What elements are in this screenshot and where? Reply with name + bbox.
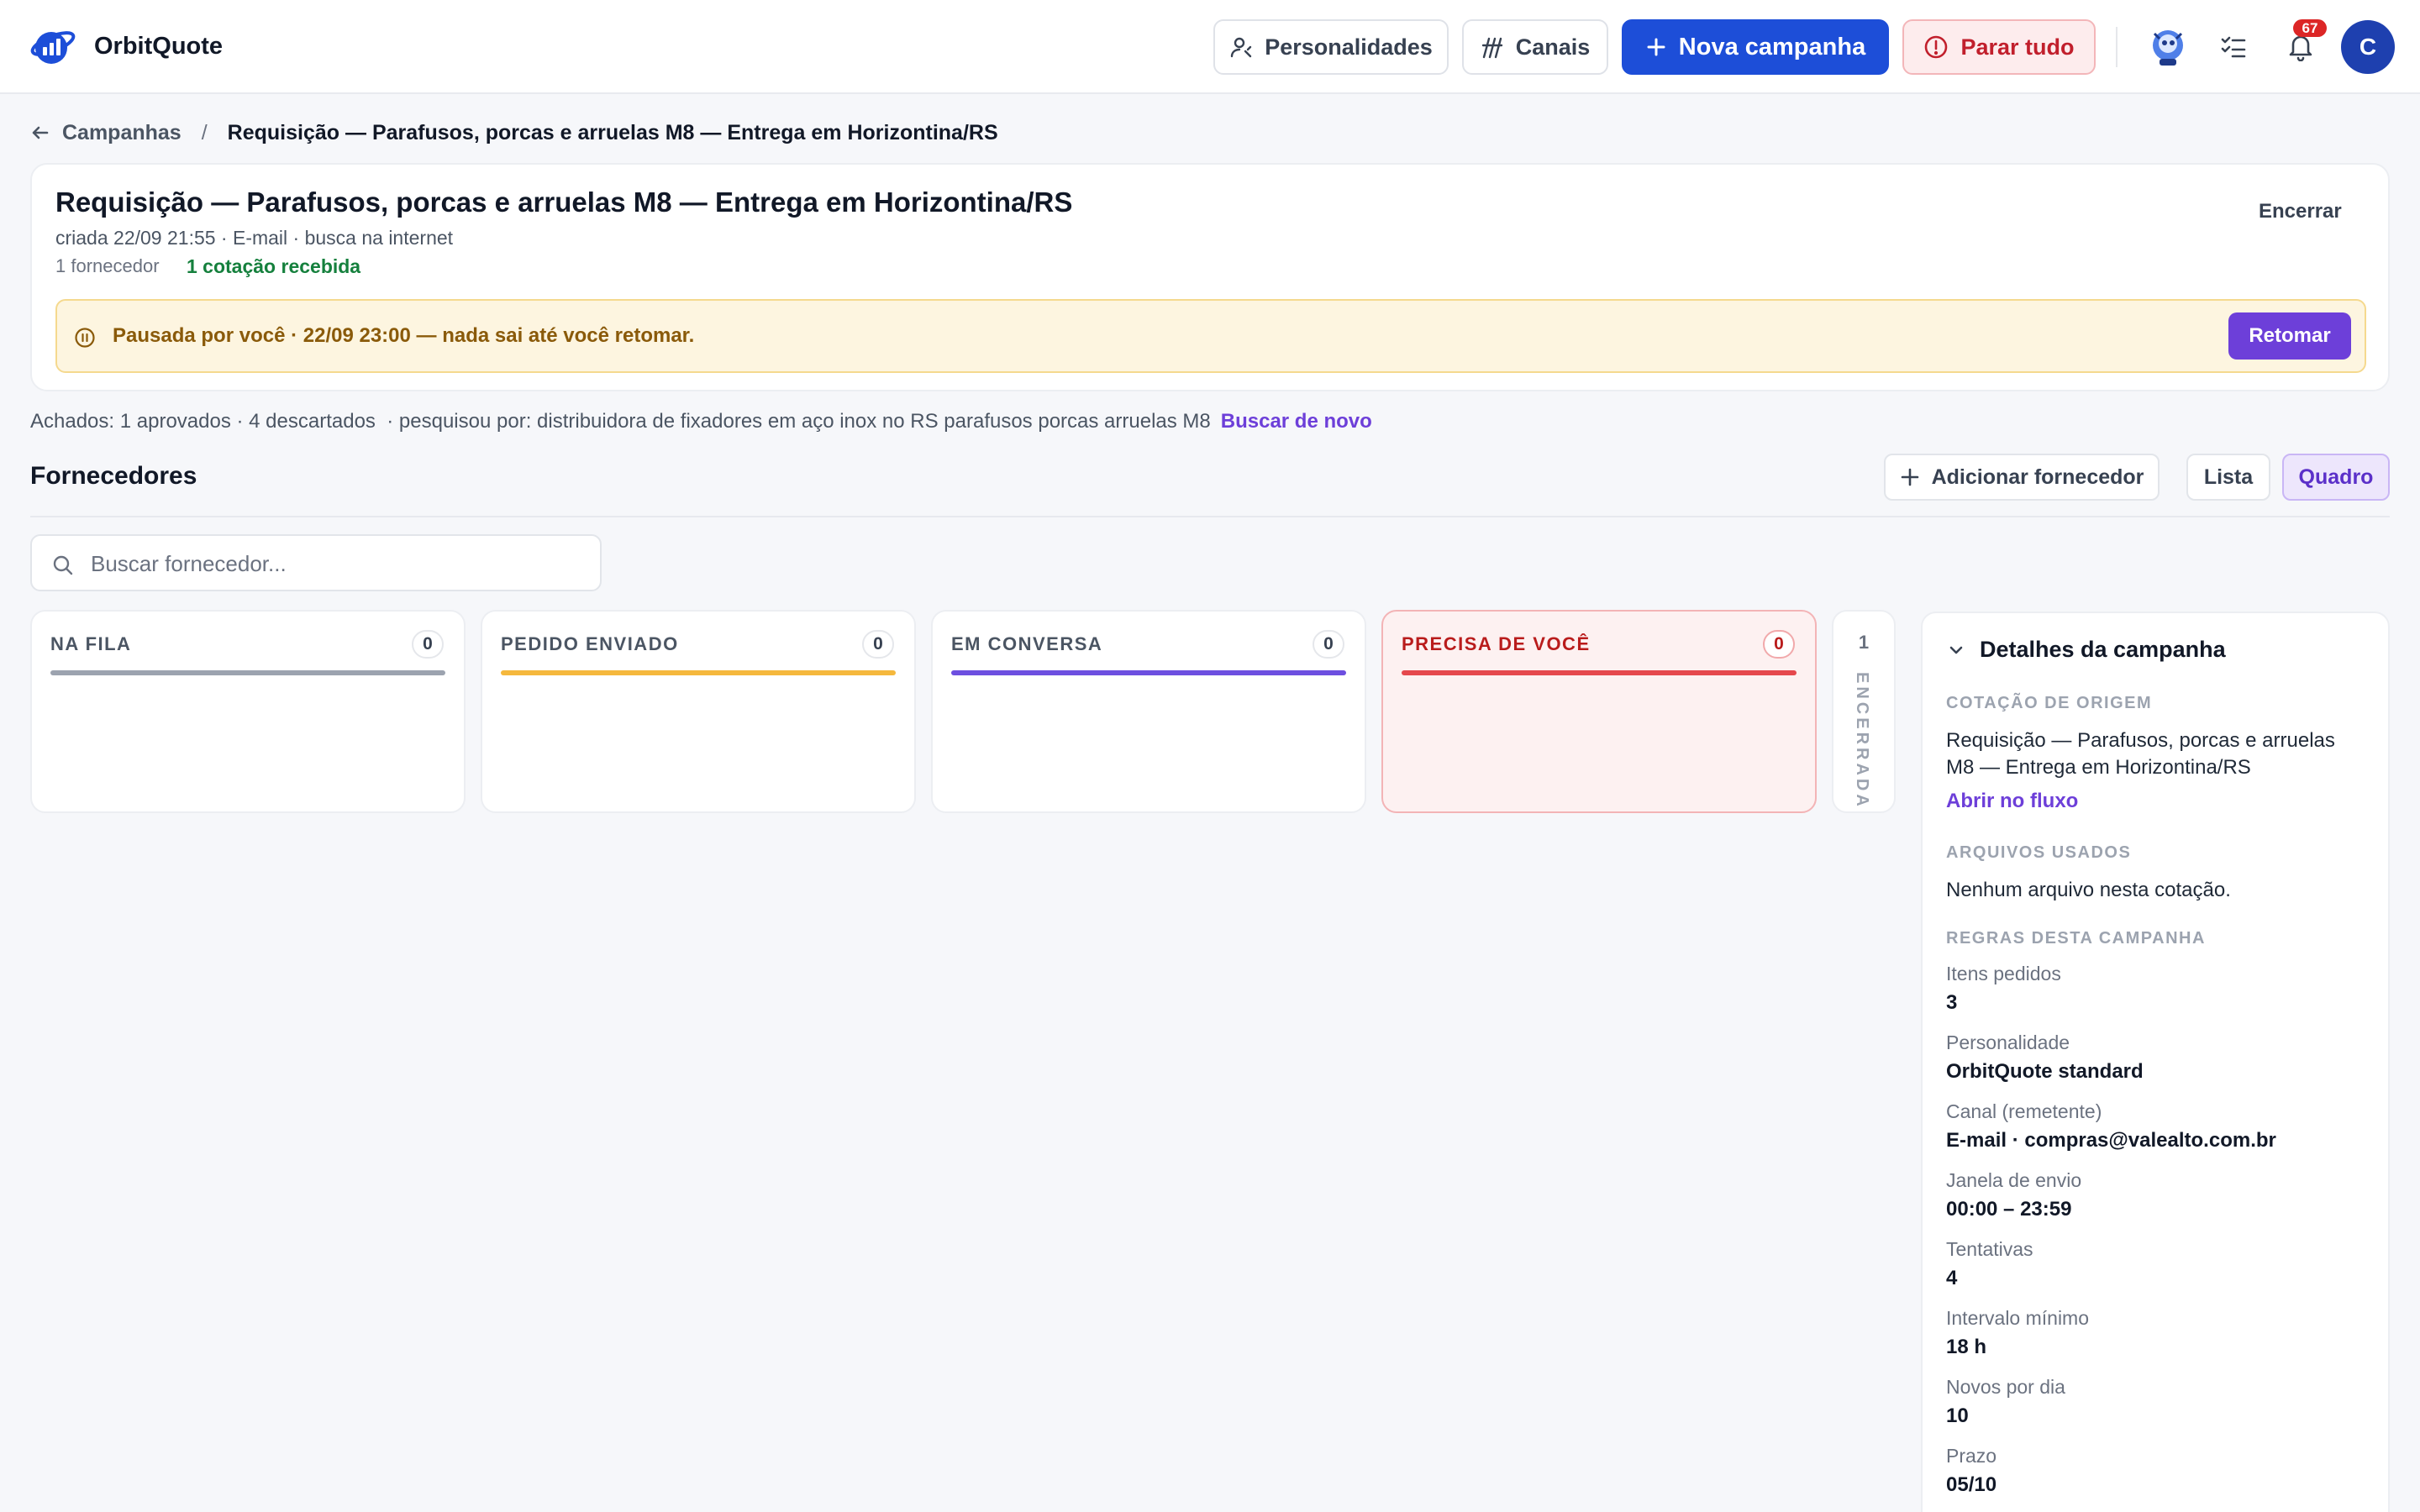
- plus-icon: [1900, 467, 1920, 487]
- open-in-flow-link[interactable]: Abrir no fluxo: [1946, 790, 2078, 813]
- stop-all-button[interactable]: Parar tudo: [1902, 19, 2096, 75]
- quotes-received-badge: 1 cotação recebida: [187, 255, 361, 277]
- column-title: ENCERRADA: [1853, 672, 1871, 810]
- chevron-down-icon: [1946, 640, 1966, 660]
- view-board-toggle[interactable]: Quadro: [2282, 454, 2390, 501]
- files-used-label: ARQUIVOS USADOS: [1946, 843, 2132, 862]
- found-summary-text: Achados: 1 aprovados · 4 descartados: [30, 410, 376, 433]
- new-campaign-button[interactable]: Nova campanha: [1622, 19, 1889, 75]
- column-color-bar: [501, 670, 896, 675]
- campaign-details-panel: Detalhes da campanha COTAÇÃO DE ORIGEM R…: [1921, 612, 2390, 1512]
- column-title: NA FILA: [50, 633, 132, 654]
- rule-value: E-mail · compras@valealto.com.br: [1946, 1129, 2276, 1152]
- column-title: PEDIDO ENVIADO: [501, 633, 679, 654]
- plus-icon: [1645, 36, 1667, 58]
- column-color-bar: [951, 670, 1346, 675]
- column-title: PRECISA DE VOCÊ: [1402, 633, 1591, 654]
- origin-quote-label: COTAÇÃO DE ORIGEM: [1946, 694, 2153, 712]
- rule-key: Itens pedidos: [1946, 963, 2061, 984]
- header-divider: [2116, 27, 2118, 67]
- rule-key: Prazo: [1946, 1445, 1997, 1467]
- search-icon: [52, 554, 74, 576]
- supplier-count: 1 fornecedor: [55, 255, 160, 276]
- stop-all-label: Parar tudo: [1960, 34, 2075, 60]
- rule-key: Personalidade: [1946, 1032, 2070, 1053]
- breadcrumb-current: Requisição — Parafusos, porcas e arruela…: [227, 120, 998, 144]
- campaign-details-toggle[interactable]: Detalhes da campanha: [1946, 637, 2226, 663]
- pause-circle-icon: [74, 327, 96, 349]
- search-again-link[interactable]: Buscar de novo: [1221, 410, 1372, 433]
- rule-key: Canal (remetente): [1946, 1100, 2102, 1122]
- suppliers-section-title: Fornecedores: [30, 462, 197, 490]
- section-divider: [30, 516, 2390, 517]
- campaign-meta: criada 22/09 21:55 · E-mail · busca na i…: [55, 227, 454, 249]
- column-count: 0: [412, 630, 444, 659]
- paused-message: Pausada por você · 22/09 23:00 — nada sa…: [113, 324, 695, 347]
- campaign-rules-label: REGRAS DESTA CAMPANHA: [1946, 929, 2206, 948]
- column-count: 1: [1858, 632, 1870, 653]
- column-title: EM CONVERSA: [951, 633, 1103, 654]
- arrow-left-icon: [30, 123, 50, 143]
- board-column-queue: NA FILA 0: [30, 610, 466, 813]
- searched-terms-text: · pesquisou por: distribuidora de fixado…: [375, 410, 1211, 433]
- user-icon: [1229, 35, 1253, 59]
- rule-key: Intervalo mínimo: [1946, 1307, 2090, 1329]
- rule-value: 4: [1946, 1267, 1958, 1289]
- files-used-text: Nenhum arquivo nesta cotação.: [1946, 879, 2231, 901]
- view-list-toggle[interactable]: Lista: [2186, 454, 2270, 501]
- add-supplier-label: Adicionar fornecedor: [1931, 465, 2144, 489]
- campaign-header-card: Requisição — Parafusos, porcas e arruela…: [30, 163, 2390, 391]
- rule-value: 10: [1946, 1404, 1969, 1427]
- campaign-details-title: Detalhes da campanha: [1980, 637, 2226, 662]
- new-campaign-label: Nova campanha: [1678, 33, 1866, 60]
- personalities-button[interactable]: Personalidades: [1213, 19, 1449, 75]
- board-column-closed-collapsed[interactable]: 1 ENCERRADA: [1832, 610, 1896, 813]
- column-color-bar: [1402, 670, 1797, 675]
- orbitquote-logo-icon: [30, 25, 76, 67]
- breadcrumb-separator: /: [201, 120, 208, 144]
- breadcrumb-back-link[interactable]: Campanhas: [30, 121, 182, 145]
- checklist-icon[interactable]: [2210, 24, 2257, 71]
- supplier-search-input[interactable]: [91, 548, 578, 580]
- breadcrumb: Campanhas / Requisição — Parafusos, porc…: [30, 118, 998, 148]
- supplier-search: [30, 534, 602, 591]
- brand[interactable]: OrbitQuote: [30, 25, 223, 67]
- origin-quote-text: Requisição — Parafusos, porcas e arruela…: [1946, 729, 2335, 779]
- campaign-title: Requisição — Parafusos, porcas e arruela…: [55, 186, 1073, 218]
- top-bar: OrbitQuote Personalidades Canais Nova ca…: [0, 0, 2420, 94]
- column-count: 0: [1763, 630, 1795, 659]
- user-avatar[interactable]: C: [2341, 20, 2395, 74]
- board-column-in-conversation: EM CONVERSA 0: [931, 610, 1366, 813]
- channels-icon: [1481, 35, 1504, 59]
- app-name: OrbitQuote: [94, 32, 224, 60]
- rule-value: 00:00 – 23:59: [1946, 1198, 2072, 1221]
- column-color-bar: [50, 670, 445, 675]
- breadcrumb-back-label: Campanhas: [62, 120, 182, 144]
- rule-value: 05/10: [1946, 1473, 1997, 1496]
- column-count: 0: [1313, 630, 1344, 659]
- rule-value: OrbitQuote standard: [1946, 1060, 2144, 1083]
- rule-key: Janela de envio: [1946, 1169, 2082, 1191]
- rule-key: Tentativas: [1946, 1238, 2033, 1260]
- search-summary: Achados: 1 aprovados · 4 descartados · p…: [30, 410, 1372, 433]
- board-column-needs-you: PRECISA DE VOCÊ 0: [1381, 610, 1817, 813]
- add-supplier-button[interactable]: Adicionar fornecedor: [1884, 454, 2160, 501]
- channels-button[interactable]: Canais: [1462, 19, 1608, 75]
- rule-value: 3: [1946, 991, 1958, 1014]
- rule-value: 18 h: [1946, 1336, 1987, 1358]
- assistant-mascot-icon[interactable]: [2144, 24, 2191, 71]
- board-column-request-sent: PEDIDO ENVIADO 0: [481, 610, 916, 813]
- notification-count-badge: 67: [2293, 19, 2327, 37]
- channels-label: Canais: [1515, 34, 1591, 60]
- personalities-label: Personalidades: [1265, 34, 1433, 60]
- column-count: 0: [862, 630, 894, 659]
- resume-button[interactable]: Retomar: [2228, 312, 2351, 360]
- alert-circle-icon: [1923, 34, 1949, 60]
- end-campaign-button[interactable]: Encerrar: [2249, 193, 2352, 230]
- rule-key: Novos por dia: [1946, 1376, 2065, 1398]
- paused-banner: Pausada por você · 22/09 23:00 — nada sa…: [55, 299, 2366, 373]
